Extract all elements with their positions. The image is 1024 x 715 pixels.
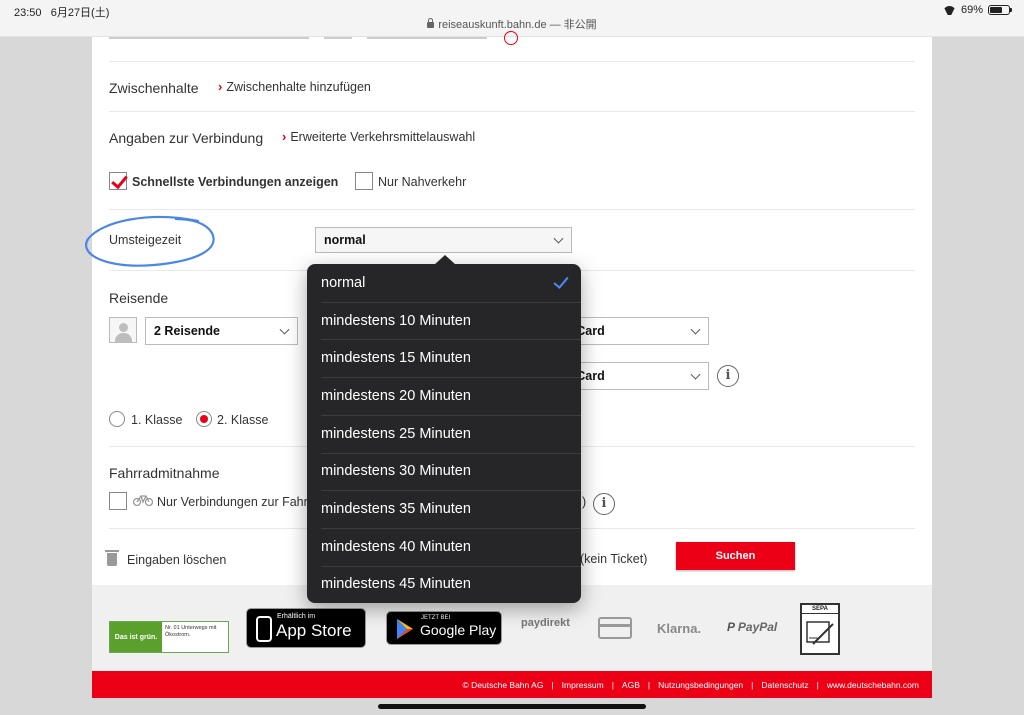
status-right: 69%: [943, 4, 1012, 16]
fastest-connections-checkbox[interactable]: [109, 172, 127, 190]
chevron-down-icon: [279, 324, 290, 335]
regional-only-checkbox[interactable]: [355, 172, 373, 190]
info-icon[interactable]: i: [593, 493, 615, 515]
second-class-radio[interactable]: [196, 411, 212, 427]
divider: [109, 111, 915, 112]
divider: [109, 209, 915, 210]
lock-icon: [427, 18, 435, 28]
impressum-link[interactable]: Impressum: [562, 680, 604, 690]
wifi-icon: [943, 6, 956, 15]
dropdown-option-30[interactable]: mindestens 30 Minuten: [307, 453, 581, 491]
phone-icon: [256, 616, 272, 642]
battery-percent: 69%: [960, 4, 983, 16]
privacy-link[interactable]: Datenschutz: [761, 680, 808, 690]
bike-option-label-end: ): [582, 495, 587, 509]
bike-option-label: Nur Verbindungen zur Fahr: [157, 495, 308, 509]
dropdown-option-25[interactable]: mindestens 25 Minuten: [307, 415, 581, 453]
trash-icon: [105, 550, 119, 566]
dropdown-option-normal[interactable]: normal: [307, 264, 581, 302]
divider: [109, 61, 915, 62]
transfer-time-dropdown: normal mindestens 10 Minuten mindestens …: [307, 255, 581, 604]
first-class-label: 1. Klasse: [131, 413, 183, 427]
info-icon[interactable]: i: [717, 365, 739, 387]
battery-icon: [988, 5, 1012, 15]
chevron-right-icon: ›: [282, 129, 287, 144]
footer-links: © Deutsche Bahn AG | Impressum | AGB | Nutz…: [92, 671, 932, 698]
advanced-transport-link[interactable]: › Erweiterte Verkehrsmittelauswahl: [282, 129, 475, 144]
sepa-logo: SEPA: [800, 603, 840, 655]
dropdown-option-40[interactable]: mindestens 40 Minuten: [307, 528, 581, 566]
play-icon: [397, 619, 413, 639]
terms-link[interactable]: Nutzungsbedingungen: [658, 680, 743, 690]
checkmark-icon: [553, 273, 569, 289]
chevron-right-icon: ›: [218, 79, 223, 94]
transfer-time-label: Umsteigezeit: [109, 233, 182, 247]
eco-badge: Das ist grün. Nr. 01 Unterwegs mit Ökost…: [109, 621, 229, 653]
person-icon: [109, 317, 137, 343]
url-private-label: — 非公開: [546, 19, 597, 31]
dropdown-option-35[interactable]: mindestens 35 Minuten: [307, 490, 581, 528]
app-store-badge[interactable]: Erhältlich im App Store: [246, 608, 366, 648]
add-stopover-link[interactable]: › Zwischenhalte hinzufügen: [218, 79, 371, 94]
google-play-badge[interactable]: JETZT BEI Google Play: [386, 611, 502, 645]
dropdown-option-15[interactable]: mindestens 15 Minuten: [307, 339, 581, 377]
fastest-connections-label: Schnellste Verbindungen anzeigen: [132, 175, 339, 189]
second-class-label: 2. Klasse: [217, 413, 269, 427]
bicycle-icon: [133, 495, 153, 506]
bike-label: Fahrradmitnahme: [109, 465, 220, 481]
travellers-select[interactable]: 2 Reisende: [145, 317, 298, 345]
klarna-logo: Klarna.: [657, 621, 702, 636]
travellers-label: Reisende: [109, 290, 169, 306]
zwischenhalte-label: Zwischenhalte: [109, 80, 199, 96]
dropdown-option-10[interactable]: mindestens 10 Minuten: [307, 302, 581, 340]
chevron-down-icon: [690, 369, 701, 380]
bike-checkbox[interactable]: [109, 492, 127, 510]
search-button[interactable]: Suchen: [676, 542, 795, 570]
no-ticket-label: (kein Ticket): [580, 552, 648, 566]
previous-row-icon: [504, 31, 518, 45]
dropdown-option-45[interactable]: mindestens 45 Minuten: [307, 566, 581, 604]
previous-row-field: [367, 37, 487, 39]
chevron-down-icon: [553, 233, 564, 244]
regional-only-label: Nur Nahverkehr: [378, 175, 467, 189]
website-link[interactable]: www.deutschebahn.com: [827, 680, 919, 690]
agb-link[interactable]: AGB: [622, 680, 640, 690]
previous-row-field: [109, 37, 309, 39]
paydirekt-logo: paydirekt: [521, 617, 570, 629]
dropdown-option-20[interactable]: mindestens 20 Minuten: [307, 377, 581, 415]
previous-row-field: [324, 37, 352, 39]
home-indicator[interactable]: [378, 704, 646, 709]
credit-card-icon: [598, 617, 632, 639]
url-text: reiseauskunft.bahn.de: [438, 19, 547, 31]
chevron-down-icon: [690, 324, 701, 335]
transfer-time-select[interactable]: normal: [315, 227, 572, 253]
sepa-pen-icon: [806, 621, 834, 645]
clear-inputs-link[interactable]: Eingaben löschen: [127, 553, 226, 567]
first-class-radio[interactable]: [109, 411, 125, 427]
connection-details-label: Angaben zur Verbindung: [109, 130, 264, 146]
paypal-logo: P PayPal: [727, 620, 778, 634]
copyright-text: © Deutsche Bahn AG: [462, 679, 544, 690]
address-bar[interactable]: reiseauskunft.bahn.de — 非公開: [0, 16, 1024, 32]
